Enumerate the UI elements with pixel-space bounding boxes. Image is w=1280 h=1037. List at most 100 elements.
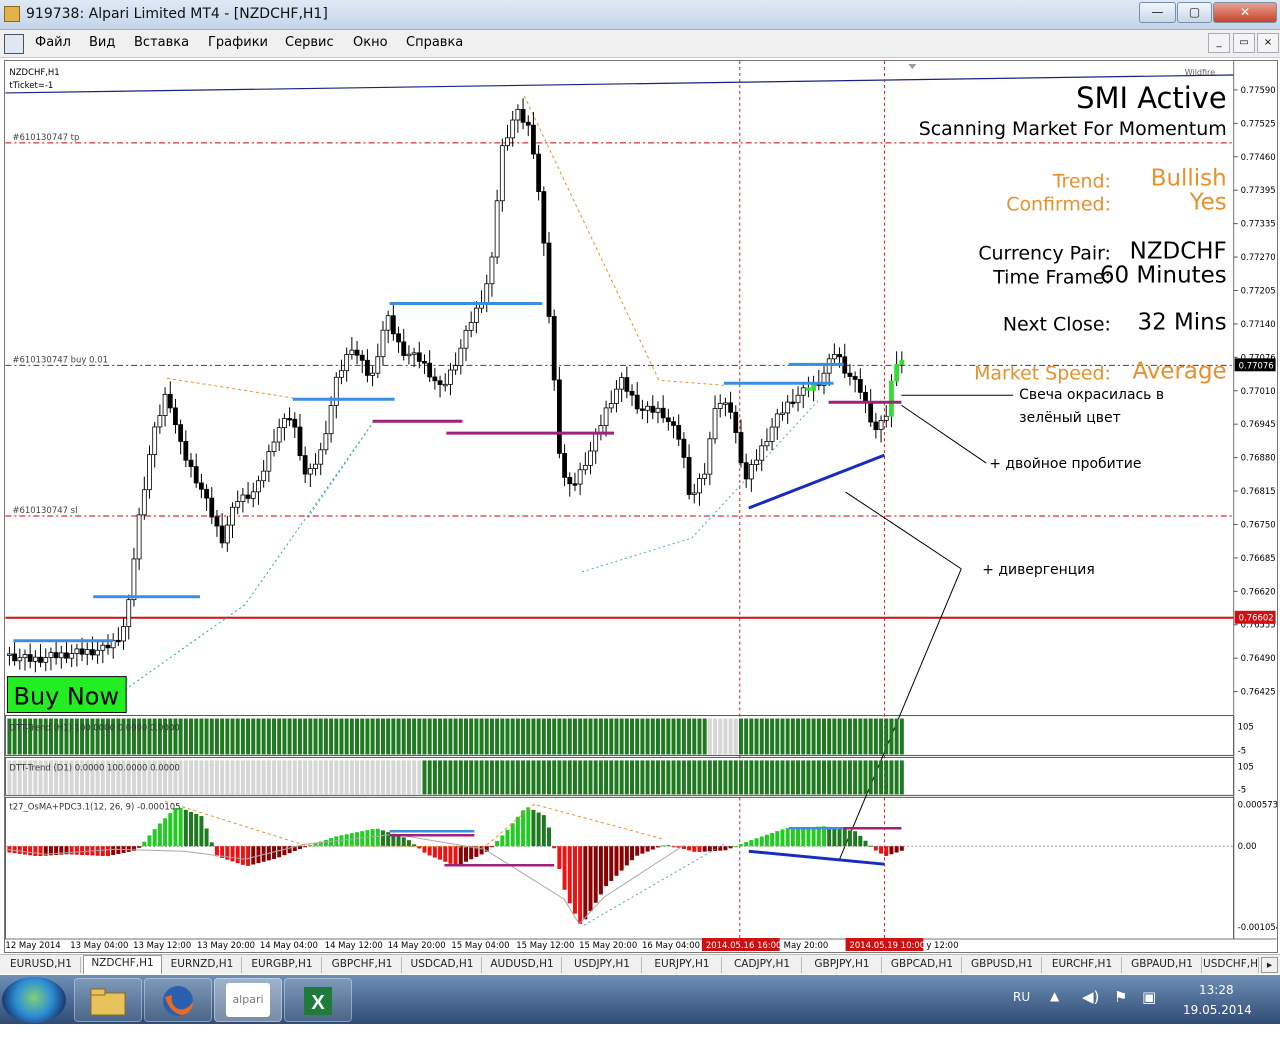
candle-body <box>567 476 573 485</box>
clock-time[interactable]: 13:28 <box>1199 983 1234 997</box>
tab-scroll-right-icon[interactable]: ▸ <box>1261 957 1278 973</box>
time-axis-label: 16 May 04:00 <box>642 940 700 950</box>
menu-tools[interactable]: Сервис <box>285 35 334 50</box>
osma-bar <box>759 836 764 847</box>
candle-body <box>380 329 386 358</box>
title-bar: 919738: Alpari Limited MT4 - [NZDCHF,H1]… <box>0 0 1280 30</box>
candle-body <box>448 369 453 385</box>
maximize-button[interactable]: ▢ <box>1177 2 1212 23</box>
menu-charts[interactable]: Графики <box>208 35 268 50</box>
candle-body <box>32 656 38 662</box>
tab-gbpcad[interactable]: GBPCAD,H1 <box>883 957 962 973</box>
trend-bar <box>214 760 219 795</box>
tab-usdjpy[interactable]: USDJPY,H1 <box>563 957 642 973</box>
trend-bar <box>323 718 328 755</box>
price-axis-label: 0.76815 <box>1241 486 1276 496</box>
language-indicator[interactable]: RU <box>1013 990 1030 1004</box>
candle-body <box>271 441 277 452</box>
osma-bar <box>137 846 142 848</box>
trend-bar <box>676 718 681 755</box>
trend-bar <box>209 718 214 755</box>
tab-eurnzd[interactable]: EURNZD,H1 <box>163 957 242 973</box>
osma-bottom: -0.001054 <box>1238 922 1278 932</box>
menu-file[interactable]: Файл <box>35 35 71 50</box>
osma-zero: 0.00 <box>1238 841 1257 851</box>
candle-body <box>183 441 189 461</box>
volume-icon[interactable]: ◀) <box>1082 988 1099 1006</box>
osma-bar <box>370 829 375 847</box>
price-chart[interactable]: NZDCHF,H1 tTicket=-1 Wildfire #610130747… <box>4 60 1278 953</box>
menu-window[interactable]: Окно <box>353 35 388 50</box>
clock-date[interactable]: 19.05.2014 <box>1183 1003 1252 1017</box>
trend-bar <box>303 718 308 755</box>
trend-bar <box>479 760 484 795</box>
trend-bar <box>655 760 660 795</box>
trend-bar <box>329 718 334 755</box>
tab-usdchf[interactable]: USDCHF,H <box>1203 957 1259 973</box>
excel-taskbar-icon[interactable]: X <box>284 978 352 1022</box>
trend-bar <box>515 718 520 755</box>
trend-bar <box>256 718 261 755</box>
candle-body <box>453 365 459 371</box>
osma-bar <box>178 807 183 847</box>
tab-usdcad[interactable]: USDCAD,H1 <box>403 957 482 973</box>
osma-bar <box>33 846 38 856</box>
tray-expand-icon[interactable]: ▲ <box>1050 989 1059 1003</box>
firefox-taskbar-icon[interactable] <box>144 978 212 1022</box>
osma-bar <box>899 846 904 851</box>
osma-bar <box>157 823 162 847</box>
mdi-minimize-button[interactable]: _ <box>1208 33 1230 53</box>
tab-gbpaud[interactable]: GBPAUD,H1 <box>1123 957 1202 973</box>
chart-window-icon[interactable] <box>4 34 24 54</box>
tab-audusd[interactable]: AUDUSD,H1 <box>483 957 562 973</box>
menu-view[interactable]: Вид <box>89 35 115 50</box>
tab-gbpjpy[interactable]: GBPJPY,H1 <box>803 957 882 973</box>
trend-bar <box>801 760 806 795</box>
tab-eurchf[interactable]: EURCHF,H1 <box>1043 957 1122 973</box>
tab-eurjpy[interactable]: EURJPY,H1 <box>643 957 722 973</box>
mdi-restore-button[interactable]: ▭ <box>1233 33 1255 53</box>
trend-bar <box>889 760 894 795</box>
close-button[interactable]: ✕ <box>1213 2 1277 23</box>
osma-bar <box>547 827 552 847</box>
tab-nzdchf[interactable]: NZDCHF,H1 <box>83 955 162 974</box>
menu-help[interactable]: Справка <box>406 35 463 50</box>
candle-body <box>401 341 407 357</box>
alpari-taskbar-icon[interactable]: alpari <box>214 978 282 1022</box>
tab-gbpchf[interactable]: GBPCHF,H1 <box>323 957 402 973</box>
trend-bar <box>785 760 790 795</box>
candle-body <box>748 464 754 480</box>
candle-body <box>681 438 687 458</box>
menu-insert[interactable]: Вставка <box>134 35 189 50</box>
candle-body <box>256 480 261 493</box>
trend-bar <box>386 718 391 755</box>
candle-body <box>84 649 90 655</box>
trend-bar <box>635 760 640 795</box>
trend-bar <box>438 760 443 795</box>
osma-bar <box>38 846 43 857</box>
minimize-button[interactable]: — <box>1139 2 1176 23</box>
tab-gbpusd[interactable]: GBPUSD,H1 <box>963 957 1042 973</box>
start-button[interactable] <box>2 977 66 1023</box>
trend-bar <box>370 760 375 795</box>
candle-body <box>660 407 666 419</box>
osma-bar <box>500 835 505 847</box>
mdi-close-button[interactable]: × <box>1257 33 1279 53</box>
candle-body <box>27 654 33 662</box>
osma-bar <box>214 846 219 857</box>
price-axis-label: 0.77460 <box>1241 152 1276 162</box>
candle-body <box>551 316 557 381</box>
buy-now-button[interactable]: Buy Now <box>6 676 127 714</box>
osma-top: 0.000573 <box>1238 799 1278 809</box>
price-axis-label: 0.77205 <box>1241 285 1276 295</box>
trend-bar <box>894 760 899 795</box>
network-icon[interactable]: ▣ <box>1142 988 1156 1006</box>
tab-eurgbp[interactable]: EURGBP,H1 <box>243 957 322 973</box>
tab-eurusd[interactable]: EURUSD,H1 <box>2 957 81 973</box>
trend-bar <box>453 718 458 755</box>
trend-bar <box>246 718 251 755</box>
action-center-flag-icon[interactable]: ⚑ <box>1114 988 1127 1006</box>
explorer-taskbar-icon[interactable] <box>74 978 142 1022</box>
tab-cadjpy[interactable]: CADJPY,H1 <box>723 957 802 973</box>
trend-bar <box>495 760 500 795</box>
